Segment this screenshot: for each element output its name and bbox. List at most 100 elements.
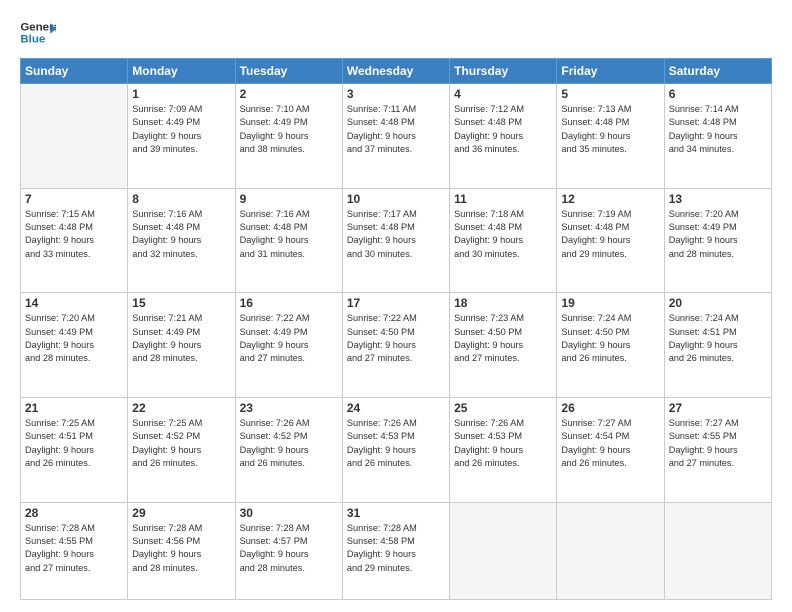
day-number: 13 xyxy=(669,192,767,206)
day-info: Sunrise: 7:25 AMSunset: 4:52 PMDaylight:… xyxy=(132,417,230,470)
day-number: 15 xyxy=(132,296,230,310)
svg-text:Blue: Blue xyxy=(20,34,45,46)
day-number: 7 xyxy=(25,192,123,206)
day-info: Sunrise: 7:21 AMSunset: 4:49 PMDaylight:… xyxy=(132,312,230,365)
calendar-cell: 20 Sunrise: 7:24 AMSunset: 4:51 PMDayligh… xyxy=(664,293,771,398)
day-info: Sunrise: 7:22 AMSunset: 4:49 PMDaylight:… xyxy=(240,312,338,365)
weekday-header-sunday: Sunday xyxy=(21,59,128,84)
day-info: Sunrise: 7:25 AMSunset: 4:51 PMDaylight:… xyxy=(25,417,123,470)
calendar-cell: 25 Sunrise: 7:26 AMSunset: 4:53 PMDayligh… xyxy=(450,397,557,502)
day-info: Sunrise: 7:27 AMSunset: 4:55 PMDaylight:… xyxy=(669,417,767,470)
calendar-cell: 5 Sunrise: 7:13 AMSunset: 4:48 PMDaylight… xyxy=(557,84,664,189)
calendar-week-row: 21 Sunrise: 7:25 AMSunset: 4:51 PMDayligh… xyxy=(21,397,772,502)
day-info: Sunrise: 7:24 AMSunset: 4:50 PMDaylight:… xyxy=(561,312,659,365)
day-number: 24 xyxy=(347,401,445,415)
day-info: Sunrise: 7:17 AMSunset: 4:48 PMDaylight:… xyxy=(347,208,445,261)
calendar-cell: 29Sunrise: 7:28 AMSunset: 4:56 PMDayligh… xyxy=(128,502,235,600)
day-info: Sunrise: 7:27 AMSunset: 4:54 PMDaylight:… xyxy=(561,417,659,470)
day-info: Sunrise: 7:15 AMSunset: 4:48 PMDaylight:… xyxy=(25,208,123,261)
calendar-cell xyxy=(664,502,771,600)
day-number: 11 xyxy=(454,192,552,206)
weekday-header-friday: Friday xyxy=(557,59,664,84)
day-number: 21 xyxy=(25,401,123,415)
day-info: Sunrise: 7:16 AMSunset: 4:48 PMDaylight:… xyxy=(240,208,338,261)
day-number: 30 xyxy=(240,506,338,520)
calendar-cell: 15 Sunrise: 7:21 AMSunset: 4:49 PMDayligh… xyxy=(128,293,235,398)
calendar-cell xyxy=(450,502,557,600)
day-number: 10 xyxy=(347,192,445,206)
calendar-week-row: 14Sunrise: 7:20 AMSunset: 4:49 PMDayligh… xyxy=(21,293,772,398)
weekday-header-monday: Monday xyxy=(128,59,235,84)
calendar-cell: 19 Sunrise: 7:24 AMSunset: 4:50 PMDayligh… xyxy=(557,293,664,398)
day-number: 25 xyxy=(454,401,552,415)
calendar-cell: 23 Sunrise: 7:26 AMSunset: 4:52 PMDayligh… xyxy=(235,397,342,502)
day-info: Sunrise: 7:20 AMSunset: 4:49 PMDaylight:… xyxy=(669,208,767,261)
calendar-cell: 28 Sunrise: 7:28 AMSunset: 4:55 PMDayligh… xyxy=(21,502,128,600)
day-number: 12 xyxy=(561,192,659,206)
calendar-cell: 12 Sunrise: 7:19 AMSunset: 4:48 PMDayligh… xyxy=(557,188,664,293)
page: General Blue SundayMondayTuesdayWednesda… xyxy=(0,0,792,612)
day-number: 2 xyxy=(240,87,338,101)
day-number: 22 xyxy=(132,401,230,415)
day-info: Sunrise: 7:28 AMSunset: 4:58 PMDaylight:… xyxy=(347,522,445,575)
calendar-week-row: 7 Sunrise: 7:15 AMSunset: 4:48 PMDaylight… xyxy=(21,188,772,293)
day-number: 3 xyxy=(347,87,445,101)
header: General Blue xyxy=(20,18,772,48)
day-info: Sunrise: 7:28 AMSunset: 4:57 PMDaylight:… xyxy=(240,522,338,575)
weekday-header-wednesday: Wednesday xyxy=(342,59,449,84)
day-info: Sunrise: 7:26 AMSunset: 4:53 PMDaylight:… xyxy=(347,417,445,470)
day-number: 27 xyxy=(669,401,767,415)
weekday-header-thursday: Thursday xyxy=(450,59,557,84)
calendar-cell: 16Sunrise: 7:22 AMSunset: 4:49 PMDayligh… xyxy=(235,293,342,398)
day-info: Sunrise: 7:19 AMSunset: 4:48 PMDaylight:… xyxy=(561,208,659,261)
calendar-cell: 13 Sunrise: 7:20 AMSunset: 4:49 PMDayligh… xyxy=(664,188,771,293)
day-info: Sunrise: 7:10 AMSunset: 4:49 PMDaylight:… xyxy=(240,103,338,156)
day-info: Sunrise: 7:20 AMSunset: 4:49 PMDaylight:… xyxy=(25,312,123,365)
day-info: Sunrise: 7:18 AMSunset: 4:48 PMDaylight:… xyxy=(454,208,552,261)
day-info: Sunrise: 7:26 AMSunset: 4:52 PMDaylight:… xyxy=(240,417,338,470)
calendar-cell: 18Sunrise: 7:23 AMSunset: 4:50 PMDayligh… xyxy=(450,293,557,398)
calendar-cell: 14Sunrise: 7:20 AMSunset: 4:49 PMDayligh… xyxy=(21,293,128,398)
calendar-cell: 3Sunrise: 7:11 AMSunset: 4:48 PMDaylight… xyxy=(342,84,449,189)
calendar-cell: 31Sunrise: 7:28 AMSunset: 4:58 PMDayligh… xyxy=(342,502,449,600)
day-info: Sunrise: 7:24 AMSunset: 4:51 PMDaylight:… xyxy=(669,312,767,365)
day-number: 28 xyxy=(25,506,123,520)
day-number: 23 xyxy=(240,401,338,415)
calendar-cell: 10 Sunrise: 7:17 AMSunset: 4:48 PMDayligh… xyxy=(342,188,449,293)
calendar-cell xyxy=(21,84,128,189)
calendar-cell: 22 Sunrise: 7:25 AMSunset: 4:52 PMDayligh… xyxy=(128,397,235,502)
calendar-cell: 9Sunrise: 7:16 AMSunset: 4:48 PMDaylight… xyxy=(235,188,342,293)
calendar-cell: 26 Sunrise: 7:27 AMSunset: 4:54 PMDayligh… xyxy=(557,397,664,502)
day-number: 26 xyxy=(561,401,659,415)
calendar-cell: 4 Sunrise: 7:12 AMSunset: 4:48 PMDaylight… xyxy=(450,84,557,189)
day-info: Sunrise: 7:13 AMSunset: 4:48 PMDaylight:… xyxy=(561,103,659,156)
calendar-cell: 7 Sunrise: 7:15 AMSunset: 4:48 PMDaylight… xyxy=(21,188,128,293)
day-number: 6 xyxy=(669,87,767,101)
calendar-cell: 2 Sunrise: 7:10 AMSunset: 4:49 PMDaylight… xyxy=(235,84,342,189)
weekday-header-row: SundayMondayTuesdayWednesdayThursdayFrid… xyxy=(21,59,772,84)
day-number: 20 xyxy=(669,296,767,310)
day-number: 4 xyxy=(454,87,552,101)
day-info: Sunrise: 7:14 AMSunset: 4:48 PMDaylight:… xyxy=(669,103,767,156)
day-info: Sunrise: 7:09 AMSunset: 4:49 PMDaylight:… xyxy=(132,103,230,156)
calendar-cell: 8Sunrise: 7:16 AMSunset: 4:48 PMDaylight… xyxy=(128,188,235,293)
day-number: 19 xyxy=(561,296,659,310)
logo-icon: General Blue xyxy=(20,18,56,48)
calendar-cell: 6 Sunrise: 7:14 AMSunset: 4:48 PMDaylight… xyxy=(664,84,771,189)
calendar-week-row: 28 Sunrise: 7:28 AMSunset: 4:55 PMDayligh… xyxy=(21,502,772,600)
calendar-table: SundayMondayTuesdayWednesdayThursdayFrid… xyxy=(20,58,772,600)
day-number: 8 xyxy=(132,192,230,206)
day-info: Sunrise: 7:23 AMSunset: 4:50 PMDaylight:… xyxy=(454,312,552,365)
calendar-cell: 21 Sunrise: 7:25 AMSunset: 4:51 PMDayligh… xyxy=(21,397,128,502)
day-info: Sunrise: 7:28 AMSunset: 4:56 PMDaylight:… xyxy=(132,522,230,575)
calendar-cell xyxy=(557,502,664,600)
day-info: Sunrise: 7:28 AMSunset: 4:55 PMDaylight:… xyxy=(25,522,123,575)
logo: General Blue xyxy=(20,18,56,48)
day-number: 1 xyxy=(132,87,230,101)
day-info: Sunrise: 7:22 AMSunset: 4:50 PMDaylight:… xyxy=(347,312,445,365)
day-info: Sunrise: 7:12 AMSunset: 4:48 PMDaylight:… xyxy=(454,103,552,156)
calendar-cell: 1 Sunrise: 7:09 AMSunset: 4:49 PMDaylight… xyxy=(128,84,235,189)
day-number: 5 xyxy=(561,87,659,101)
weekday-header-tuesday: Tuesday xyxy=(235,59,342,84)
day-info: Sunrise: 7:26 AMSunset: 4:53 PMDaylight:… xyxy=(454,417,552,470)
